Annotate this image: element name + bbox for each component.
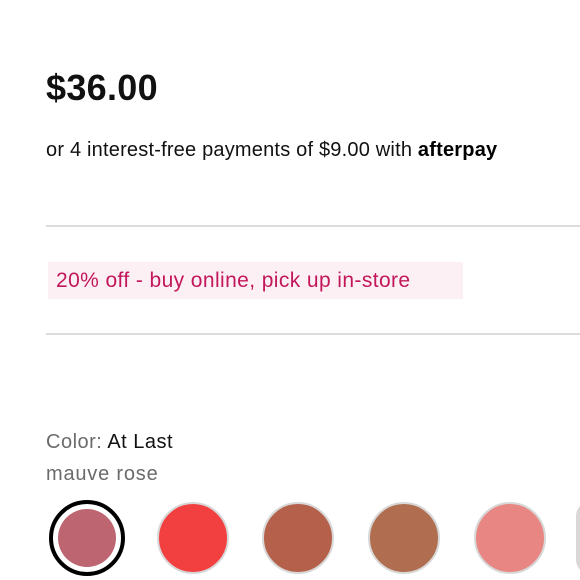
color-selected-name: At Last: [107, 431, 174, 453]
color-swatch-partial[interactable]: [576, 502, 580, 574]
divider-bottom: [46, 333, 580, 335]
installment-text: or 4 interest-free payments of $9.00 wit…: [46, 139, 418, 161]
shade-description: mauve rose: [46, 463, 159, 485]
afterpay-logo[interactable]: afterpay: [418, 139, 497, 161]
color-swatch[interactable]: [368, 502, 440, 574]
swatch-fill: [58, 509, 116, 567]
price: $36.00: [46, 67, 158, 108]
color-swatch[interactable]: [262, 502, 334, 574]
color-swatch[interactable]: [157, 502, 229, 574]
promo-text: 20% off - buy online, pick up in-store: [56, 268, 411, 292]
promo-badge: 20% off - buy online, pick up in-store: [48, 262, 463, 299]
color-label: Color: At Last: [46, 430, 173, 454]
divider-top: [46, 225, 580, 227]
color-swatch[interactable]: [474, 502, 546, 574]
installment-info: or 4 interest-free payments of $9.00 wit…: [46, 138, 497, 162]
color-label-key: Color:: [46, 431, 103, 453]
color-swatch-at-last[interactable]: [49, 500, 125, 576]
